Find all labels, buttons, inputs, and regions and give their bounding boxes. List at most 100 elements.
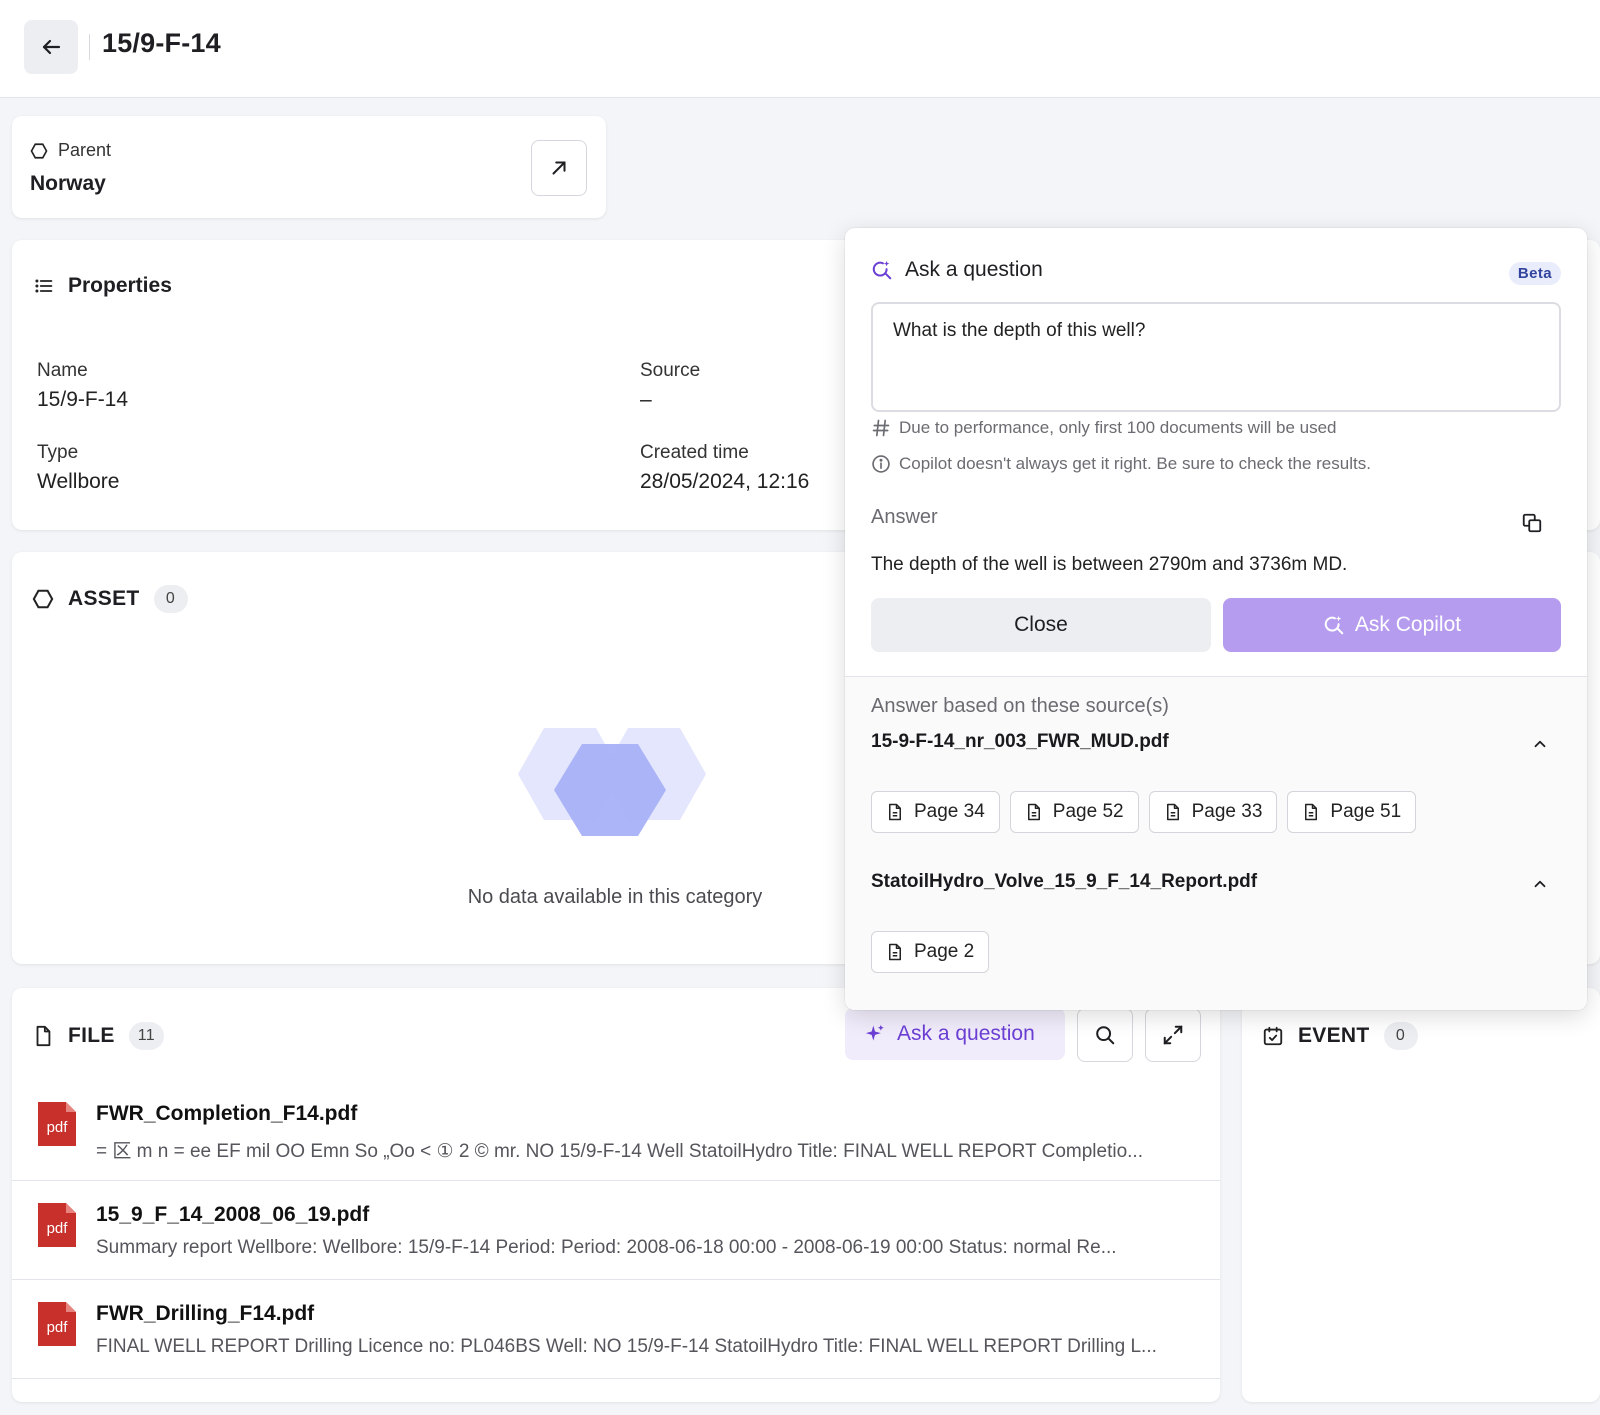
ask-question-label: Ask a question (897, 1022, 1035, 1045)
expand-icon (1163, 1025, 1183, 1045)
page-chip[interactable]: Page 52 (1009, 791, 1139, 833)
sparkle-icon (865, 1024, 884, 1041)
title-divider (89, 34, 90, 60)
page-chip[interactable]: Page 34 (871, 791, 1000, 833)
copilot-search-icon (872, 260, 892, 280)
file-expand-button[interactable] (1145, 1008, 1201, 1062)
page-chip[interactable]: Page 33 (1148, 791, 1278, 833)
top-bar: 15/9-F-14 (0, 0, 1600, 98)
pdf-icon-label: pdf (47, 1220, 69, 1237)
file-name: 15_9_F_14_2008_06_19.pdf (96, 1203, 370, 1226)
source-collapse-button[interactable] (1527, 871, 1553, 897)
file-name: FWR_Drilling_F14.pdf (96, 1302, 315, 1325)
copilot-title: Ask a question (905, 258, 1043, 281)
copilot-heading: Ask a question (871, 258, 1043, 282)
source-name: StatoilHydro_Volve_15_9_F_14_Report.pdf (871, 871, 1258, 892)
page-chip-label: Page 51 (1330, 801, 1402, 822)
parent-card (12, 116, 606, 218)
asset-count-badge: 0 (153, 585, 188, 613)
sources-panel: Answer based on these source(s) 15-9-F-1… (845, 676, 1587, 1010)
file-snippet: FINAL WELL REPORT Drilling Licence no: P… (96, 1336, 1157, 1357)
event-card (1242, 988, 1600, 1402)
prop-value-type: Wellbore (37, 470, 120, 493)
file-row[interactable]: pdf FWR_Completion_F14.pdf = 区 m n = ee … (12, 1080, 1220, 1180)
search-icon (1096, 1026, 1115, 1045)
file-snippet: = 区 m n = ee EF mil OO Emn So „Oo < ① 2 … (96, 1141, 1143, 1162)
page-title: 15/9-F-14 (102, 28, 221, 58)
file-snippet: Summary report Wellbore: Wellbore: 15/9-… (96, 1237, 1117, 1258)
properties-title: Properties (68, 274, 172, 297)
copilot-search-icon (1324, 615, 1344, 635)
chevron-up-icon (1534, 740, 1546, 748)
document-icon (1305, 803, 1318, 821)
ask-copilot-button[interactable]: Ask Copilot (1223, 598, 1561, 652)
parent-label: Parent (30, 140, 111, 161)
question-input[interactable]: What is the depth of this well? (871, 302, 1561, 412)
file-list-divider (12, 1378, 1220, 1379)
asset-heading: ASSET 0 (32, 585, 188, 613)
document-icon (1166, 803, 1179, 821)
file-count-badge: 11 (128, 1022, 164, 1050)
prop-label-type: Type (37, 442, 79, 463)
file-row[interactable]: pdf FWR_Drilling_F14.pdf FINAL WELL REPO… (12, 1279, 1220, 1379)
file-name: FWR_Completion_F14.pdf (96, 1102, 358, 1125)
performance-hint-text: Due to performance, only first 100 docum… (899, 418, 1337, 437)
parent-label-text: Parent (58, 140, 112, 160)
copilot-popover: Ask a question Beta What is the depth of… (845, 228, 1587, 1010)
answer-label: Answer (871, 506, 938, 528)
hexagon-icon (30, 142, 48, 159)
prop-label-name: Name (37, 360, 88, 381)
answer-text: The depth of the well is between 2790m a… (871, 554, 1348, 575)
prop-value-source: – (640, 388, 652, 411)
pdf-icon: pdf (38, 1302, 76, 1346)
document-icon (1027, 803, 1040, 821)
page-chip-label: Page 33 (1191, 801, 1263, 822)
info-icon (872, 455, 890, 473)
asset-title: ASSET (68, 587, 140, 610)
ask-copilot-label: Ask Copilot (1354, 613, 1462, 636)
hexagon-icon (32, 589, 54, 609)
source-name: 15-9-F-14_nr_003_FWR_MUD.pdf (871, 731, 1169, 752)
calendar-check-icon (1263, 1026, 1283, 1046)
back-arrow-icon (42, 39, 61, 55)
parent-value: Norway (30, 172, 106, 195)
asset-empty-text: No data available in this category (467, 886, 763, 908)
prop-label-source: Source (640, 360, 701, 381)
ask-question-button[interactable]: Ask a question (845, 1008, 1065, 1060)
page-chip-label: Page 2 (914, 941, 975, 962)
prop-label-created-time: Created time (640, 442, 749, 463)
properties-heading: Properties (34, 274, 172, 298)
document-icon (36, 1025, 51, 1047)
page-chip-label: Page 52 (1052, 801, 1124, 822)
document-icon (889, 943, 901, 961)
source-collapse-button[interactable] (1527, 731, 1553, 757)
performance-hint: Due to performance, only first 100 docum… (871, 418, 1337, 438)
file-title: FILE (68, 1024, 115, 1047)
page-chip[interactable]: Page 2 (871, 931, 990, 973)
hash-icon (872, 419, 890, 437)
event-count-badge: 0 (1383, 1022, 1418, 1050)
back-button[interactable] (24, 20, 78, 74)
file-heading: FILE 11 (32, 1022, 164, 1050)
copy-icon (1522, 513, 1542, 533)
sources-label: Answer based on these source(s) (871, 695, 1169, 717)
source-page-list: Page 2 (871, 931, 990, 973)
copy-answer-button[interactable] (1517, 508, 1547, 538)
accuracy-hint: Copilot doesn't always get it right. Be … (871, 454, 1371, 474)
file-row[interactable]: pdf 15_9_F_14_2008_06_19.pdf Summary rep… (12, 1180, 1220, 1280)
beta-badge: Beta (1508, 262, 1561, 285)
accuracy-hint-text: Copilot doesn't always get it right. Be … (899, 454, 1371, 473)
open-parent-button[interactable] (531, 140, 587, 196)
event-title: EVENT (1298, 1024, 1370, 1047)
page-chip[interactable]: Page 51 (1287, 791, 1417, 833)
close-button[interactable]: Close (871, 598, 1211, 652)
pdf-icon: pdf (38, 1102, 76, 1146)
source-page-list: Page 34 Page 52 Page 33 Page 51 (871, 791, 1417, 833)
file-search-button[interactable] (1077, 1008, 1133, 1062)
empty-state-illustration (518, 728, 706, 836)
prop-value-name: 15/9-F-14 (37, 388, 129, 411)
external-link-icon (552, 161, 566, 175)
document-icon (889, 803, 901, 821)
event-heading: EVENT 0 (1262, 1022, 1418, 1050)
chevron-up-icon (1534, 880, 1546, 888)
